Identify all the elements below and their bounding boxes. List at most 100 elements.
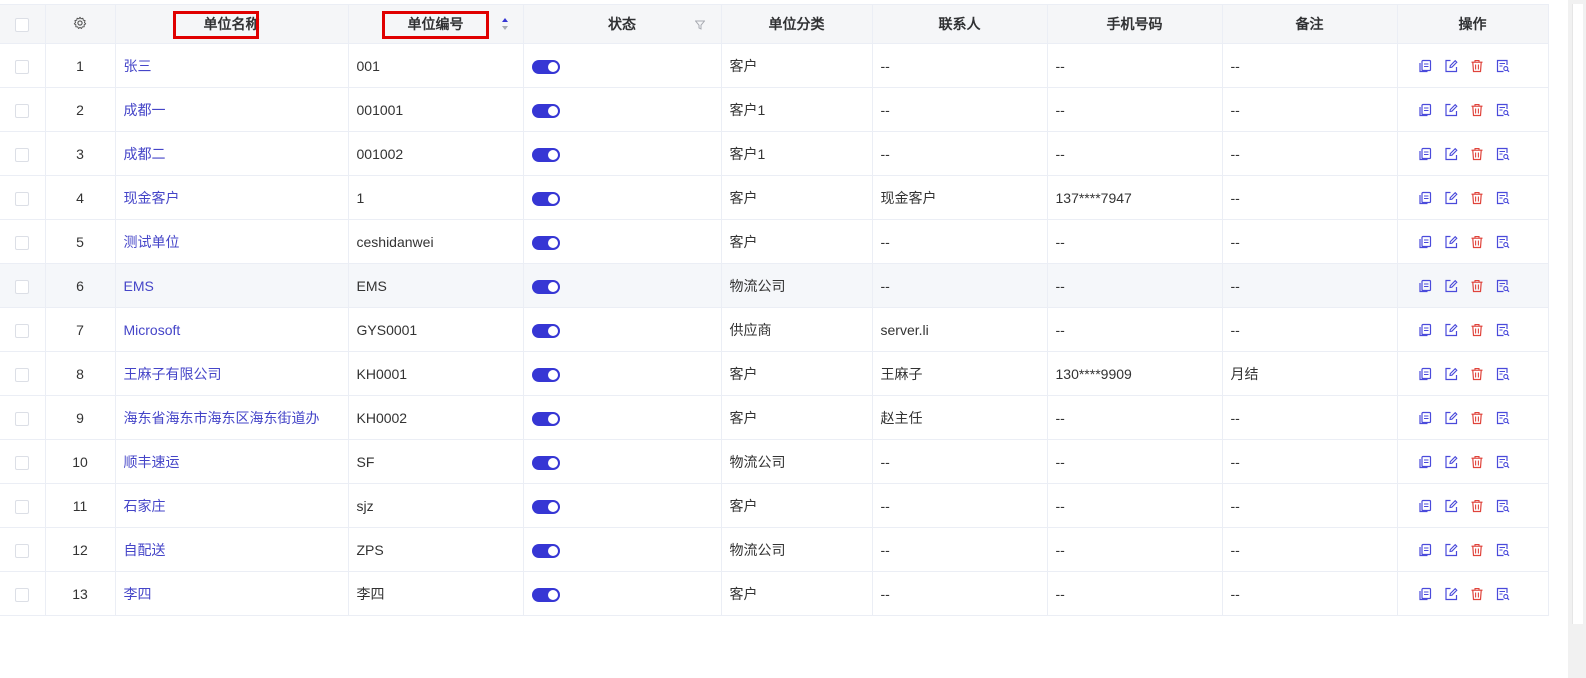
table-row[interactable]: 1 张三 001 客户 -- -- -- xyxy=(0,43,1549,88)
copy-icon[interactable] xyxy=(1418,59,1432,73)
copy-icon[interactable] xyxy=(1418,191,1432,205)
row-checkbox[interactable] xyxy=(0,527,46,572)
status-toggle[interactable] xyxy=(531,499,560,514)
edit-icon[interactable] xyxy=(1444,279,1458,293)
copy-icon[interactable] xyxy=(1418,323,1432,337)
status-toggle[interactable] xyxy=(531,103,560,118)
status-toggle[interactable] xyxy=(531,323,560,338)
edit-icon[interactable] xyxy=(1444,411,1458,425)
delete-icon[interactable] xyxy=(1470,323,1484,337)
status-toggle[interactable] xyxy=(531,455,560,470)
edit-icon[interactable] xyxy=(1444,367,1458,381)
table-row[interactable]: 4 现金客户 1 客户 现金客户 137****7947 -- xyxy=(0,175,1549,220)
detail-icon[interactable] xyxy=(1496,499,1510,513)
delete-icon[interactable] xyxy=(1470,367,1484,381)
select-all-checkbox[interactable] xyxy=(0,4,46,44)
row-checkbox[interactable] xyxy=(0,395,46,440)
copy-icon[interactable] xyxy=(1418,367,1432,381)
edit-icon[interactable] xyxy=(1444,191,1458,205)
table-row[interactable]: 6 EMS EMS 物流公司 -- -- -- xyxy=(0,263,1549,308)
row-checkbox[interactable] xyxy=(0,43,46,88)
copy-icon[interactable] xyxy=(1418,411,1432,425)
detail-icon[interactable] xyxy=(1496,543,1510,557)
table-row[interactable]: 10 顺丰速运 SF 物流公司 -- -- -- xyxy=(0,439,1549,484)
unit-name-link[interactable]: 成都一 xyxy=(115,87,349,132)
status-toggle[interactable] xyxy=(531,411,560,426)
table-row[interactable]: 11 石家庄 sjz 客户 -- -- -- xyxy=(0,483,1549,528)
copy-icon[interactable] xyxy=(1418,587,1432,601)
table-row[interactable]: 9 海东省海东市海东区海东街道办 KH0002 客户 赵主任 -- -- xyxy=(0,395,1549,440)
column-header-category[interactable]: 单位分类 xyxy=(721,4,873,44)
detail-icon[interactable] xyxy=(1496,147,1510,161)
copy-icon[interactable] xyxy=(1418,279,1432,293)
delete-icon[interactable] xyxy=(1470,191,1484,205)
unit-name-link[interactable]: 顺丰速运 xyxy=(115,439,349,484)
edit-icon[interactable] xyxy=(1444,147,1458,161)
table-row[interactable]: 8 王麻子有限公司 KH0001 客户 王麻子 130****9909 月结 xyxy=(0,351,1549,396)
row-checkbox[interactable] xyxy=(0,263,46,308)
table-row[interactable]: 13 李四 李四 客户 -- -- -- xyxy=(0,571,1549,616)
edit-icon[interactable] xyxy=(1444,103,1458,117)
edit-icon[interactable] xyxy=(1444,59,1458,73)
unit-name-link[interactable]: 自配送 xyxy=(115,527,349,572)
copy-icon[interactable] xyxy=(1418,235,1432,249)
detail-icon[interactable] xyxy=(1496,587,1510,601)
unit-name-link[interactable]: 现金客户 xyxy=(115,175,349,220)
detail-icon[interactable] xyxy=(1496,103,1510,117)
status-toggle[interactable] xyxy=(531,235,560,250)
delete-icon[interactable] xyxy=(1470,147,1484,161)
table-row[interactable]: 3 成都二 001002 客户1 -- -- -- xyxy=(0,131,1549,176)
copy-icon[interactable] xyxy=(1418,103,1432,117)
edit-icon[interactable] xyxy=(1444,455,1458,469)
row-checkbox[interactable] xyxy=(0,571,46,616)
status-toggle[interactable] xyxy=(531,543,560,558)
unit-name-link[interactable]: 测试单位 xyxy=(115,219,349,264)
detail-icon[interactable] xyxy=(1496,279,1510,293)
copy-icon[interactable] xyxy=(1418,147,1432,161)
sort-icon[interactable] xyxy=(501,17,509,31)
unit-name-link[interactable]: 海东省海东市海东区海东街道办 xyxy=(115,395,349,440)
edit-icon[interactable] xyxy=(1444,323,1458,337)
column-settings-button[interactable] xyxy=(45,4,116,44)
unit-name-link[interactable]: EMS xyxy=(115,263,349,308)
column-header-code[interactable]: 单位编号 xyxy=(348,4,524,44)
table-row[interactable]: 7 Microsoft GYS0001 供应商 server.li -- -- xyxy=(0,307,1549,352)
unit-name-link[interactable]: 张三 xyxy=(115,43,349,88)
unit-name-link[interactable]: 石家庄 xyxy=(115,483,349,528)
delete-icon[interactable] xyxy=(1470,499,1484,513)
row-checkbox[interactable] xyxy=(0,131,46,176)
delete-icon[interactable] xyxy=(1470,455,1484,469)
table-row[interactable]: 5 测试单位 ceshidanwei 客户 -- -- -- xyxy=(0,219,1549,264)
unit-name-link[interactable]: Microsoft xyxy=(115,307,349,352)
delete-icon[interactable] xyxy=(1470,411,1484,425)
copy-icon[interactable] xyxy=(1418,499,1432,513)
detail-icon[interactable] xyxy=(1496,323,1510,337)
column-header-name[interactable]: 单位名称 xyxy=(115,4,349,44)
row-checkbox[interactable] xyxy=(0,439,46,484)
row-checkbox[interactable] xyxy=(0,87,46,132)
status-toggle[interactable] xyxy=(531,367,560,382)
row-checkbox[interactable] xyxy=(0,307,46,352)
copy-icon[interactable] xyxy=(1418,455,1432,469)
row-checkbox[interactable] xyxy=(0,351,46,396)
detail-icon[interactable] xyxy=(1496,455,1510,469)
edit-icon[interactable] xyxy=(1444,587,1458,601)
edit-icon[interactable] xyxy=(1444,235,1458,249)
status-toggle[interactable] xyxy=(531,147,560,162)
filter-icon[interactable] xyxy=(694,20,705,30)
detail-icon[interactable] xyxy=(1496,411,1510,425)
status-toggle[interactable] xyxy=(531,191,560,206)
column-header-remark[interactable]: 备注 xyxy=(1222,4,1398,44)
delete-icon[interactable] xyxy=(1470,279,1484,293)
unit-name-link[interactable]: 王麻子有限公司 xyxy=(115,351,349,396)
detail-icon[interactable] xyxy=(1496,235,1510,249)
column-header-contact[interactable]: 联系人 xyxy=(872,4,1048,44)
column-header-phone[interactable]: 手机号码 xyxy=(1047,4,1223,44)
delete-icon[interactable] xyxy=(1470,235,1484,249)
vertical-scrollbar[interactable] xyxy=(1568,0,1586,678)
row-checkbox[interactable] xyxy=(0,483,46,528)
detail-icon[interactable] xyxy=(1496,59,1510,73)
delete-icon[interactable] xyxy=(1470,103,1484,117)
row-checkbox[interactable] xyxy=(0,175,46,220)
column-header-status[interactable]: 状态 xyxy=(523,4,722,44)
